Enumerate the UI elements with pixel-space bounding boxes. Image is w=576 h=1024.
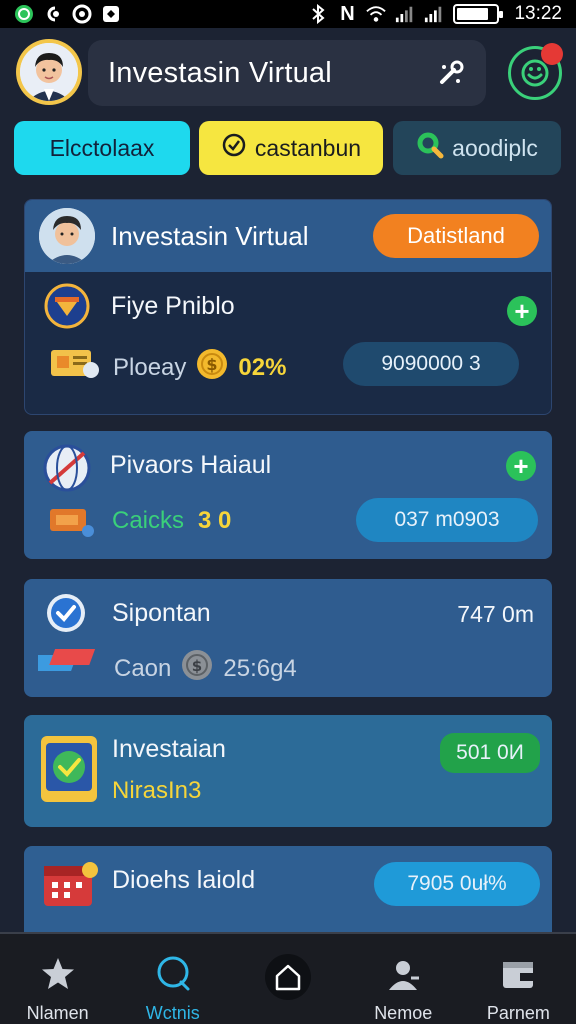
tools-icon[interactable] — [436, 58, 466, 96]
app-header: Investasin Virtual — [0, 34, 576, 110]
wallet-cart-icon — [48, 503, 100, 544]
filter-chip-2-label: castanbun — [254, 134, 362, 161]
filter-bar: Elcctolaax castanbun aoodiplc — [14, 121, 562, 175]
id-card-icon — [49, 344, 101, 385]
calendar-icon — [42, 860, 100, 913]
bottom-navigation: Nlamen Wctnis Nemoe Parnem — [0, 932, 576, 1024]
item-name: Fiye Pniblo — [111, 292, 235, 320]
asset-card-3[interactable]: Investaian 501 0И NirasIn3 — [24, 715, 552, 827]
card-title: Pivaors Haiaul — [110, 451, 272, 479]
search-icon — [153, 954, 193, 993]
card-value: 7905 0uł% — [407, 872, 507, 895]
item-percent: 02% — [238, 353, 287, 381]
nav-item-5[interactable]: Parnem — [461, 934, 576, 1024]
signal-icon-2 — [424, 4, 444, 24]
search-icon — [416, 131, 444, 165]
add-button[interactable]: + — [507, 296, 537, 326]
whatsapp-icon — [14, 4, 34, 24]
card-sub-value: 3 0 — [198, 507, 232, 534]
card-badge-value: 501 0И — [456, 741, 524, 764]
cards-stack-icon — [31, 641, 102, 680]
nfc-icon: N — [340, 2, 355, 25]
bluetooth-icon — [308, 4, 328, 24]
card-sub-label: Caon — [114, 654, 172, 682]
filter-chip-1-label: Elcctolaax — [49, 134, 155, 161]
card-sub-label: Caicks — [112, 507, 185, 534]
card-title: Sipontan — [112, 599, 211, 627]
record-icon — [72, 4, 92, 24]
profile-card-header: Investasin Virtual Datistland — [25, 200, 551, 272]
home-icon — [265, 954, 311, 1000]
star-icon — [38, 954, 78, 993]
card-sub-label: NirasIn3 — [112, 777, 202, 804]
nav-item-4-label: Nemoe — [374, 1003, 433, 1023]
profile-avatar — [39, 208, 95, 264]
app-title: Investasin Virtual — [108, 56, 332, 89]
shield-badge-icon — [43, 282, 91, 335]
nav-item-2-label: Wctnis — [145, 1003, 200, 1023]
filter-chip-3-label: aoodiplc — [452, 134, 538, 161]
verified-tile-icon — [38, 733, 100, 810]
coin-icon: $ — [181, 649, 213, 688]
card-value-pill[interactable]: 7905 0uł% — [374, 862, 540, 906]
profile-card-badge-label: Datistland — [407, 223, 505, 248]
nav-item-3[interactable] — [230, 934, 345, 1024]
profile-card[interactable]: Investasin Virtual Datistland Fiye Pnibl… — [24, 199, 552, 415]
nav-item-4[interactable]: Nemoe — [346, 934, 461, 1024]
card-value-pill[interactable]: 037 m0903 — [356, 498, 538, 542]
svg-text:$: $ — [192, 657, 202, 675]
profile-icon — [383, 954, 423, 993]
notifications-button[interactable] — [508, 43, 563, 100]
status-time: 13:22 — [514, 3, 562, 24]
wallet-icon — [498, 954, 538, 993]
item-value-pill[interactable]: 9090000 3 — [343, 342, 519, 386]
filter-chip-3[interactable]: aoodiplc — [393, 121, 561, 175]
filter-chip-2[interactable]: castanbun — [199, 121, 383, 175]
item-sub-label: Ploeay — [113, 353, 187, 381]
filter-chip-1[interactable]: Elcctolaax — [14, 121, 190, 175]
card-title: Investaian — [112, 735, 226, 763]
card-value: 037 m0903 — [394, 508, 500, 531]
wifi-icon — [366, 4, 387, 24]
notification-badge — [541, 43, 563, 65]
profile-card-item: Fiye Pniblo + Ploeay $ 02% 9090000 3 — [25, 272, 551, 414]
item-value: 9090000 3 — [381, 352, 481, 375]
app-title-bar: Investasin Virtual — [88, 40, 486, 106]
nav-item-1-label: Nlamen — [26, 1003, 89, 1023]
nav-item-2[interactable]: Wctnis — [115, 934, 230, 1024]
card-title: Dioehs laiold — [112, 866, 256, 894]
asset-card-2[interactable]: Sipontan 747 0m Caon $ 25:6g4 — [24, 579, 552, 697]
asset-card-1[interactable]: Pivaors Haiaul + Caicks 3 0 037 m0903 — [24, 431, 552, 559]
notification-box-icon — [101, 4, 121, 24]
profile-card-title: Investasin Virtual — [111, 220, 309, 251]
nav-item-5-label: Parnem — [486, 1003, 550, 1023]
user-avatar[interactable] — [16, 39, 82, 105]
check-circle-icon — [221, 132, 247, 164]
coin-icon: $ — [196, 348, 228, 387]
card-right-value: 747 0m — [457, 601, 534, 627]
battery-icon — [453, 4, 504, 24]
add-button[interactable]: + — [506, 451, 536, 481]
link-icon — [43, 4, 63, 24]
svg-text:$: $ — [207, 355, 218, 374]
status-bar: N 13:22 — [0, 0, 576, 28]
check-badge-icon — [46, 593, 86, 638]
globe-no-icon — [42, 443, 92, 498]
signal-icon — [395, 4, 415, 24]
card-sub-value: 25:6g4 — [223, 654, 297, 682]
card-badge[interactable]: 501 0И — [440, 733, 540, 773]
nav-item-1[interactable]: Nlamen — [0, 934, 115, 1024]
profile-card-badge-button[interactable]: Datistland — [373, 214, 539, 258]
